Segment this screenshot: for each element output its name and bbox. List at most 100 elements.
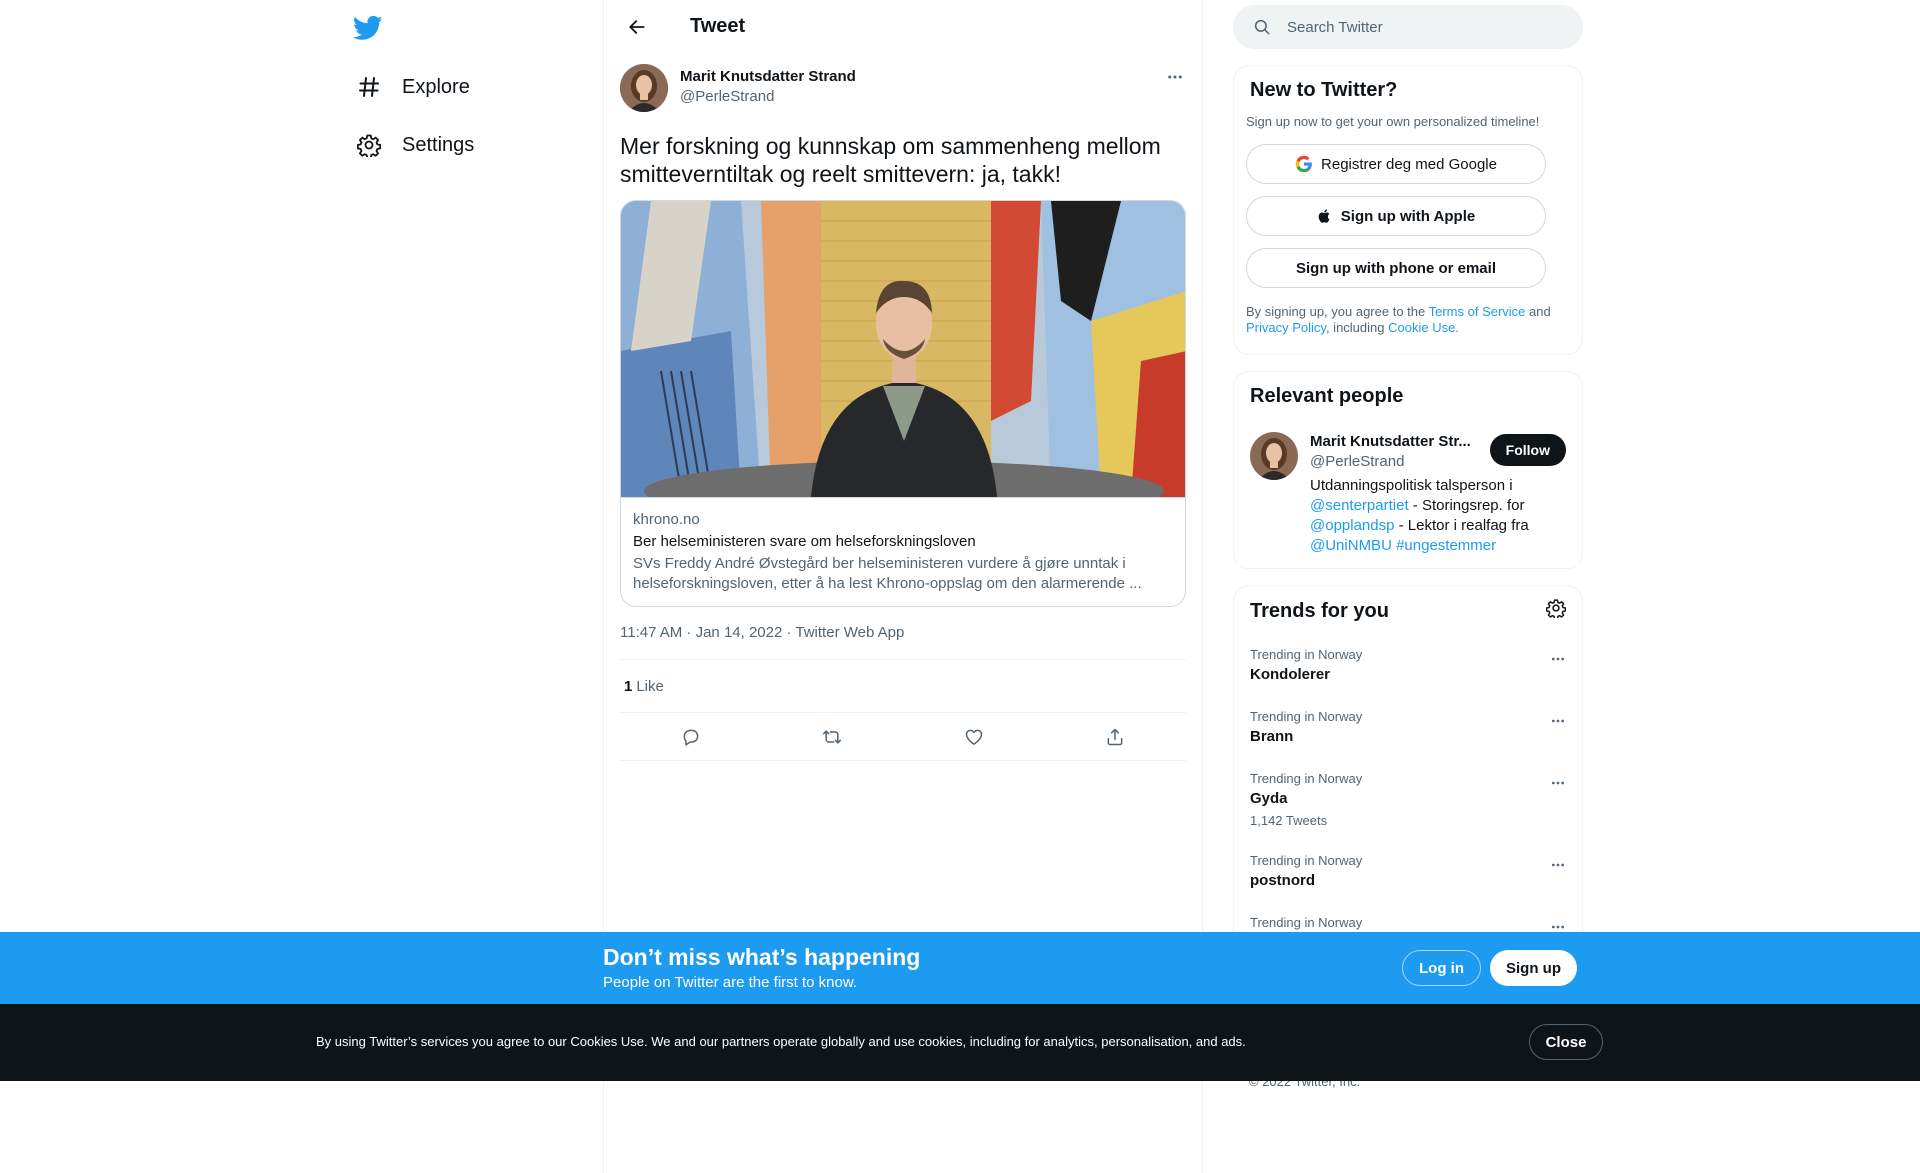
signup-panel-subtitle: Sign up now to get your own personalized… xyxy=(1246,114,1540,129)
like-button[interactable] xyxy=(957,720,991,754)
cookie-use-link[interactable]: Cookie Use. xyxy=(1388,320,1459,335)
bio-link-senterpartiet[interactable]: @senterpartiet xyxy=(1310,497,1409,514)
more-dots-icon xyxy=(1552,719,1564,723)
trend-name: Brann xyxy=(1250,728,1294,745)
trend-item[interactable]: Trending in Norway Brann xyxy=(1234,697,1582,759)
signup-banner: Don’t miss what’s happening People on Tw… xyxy=(0,932,1920,1004)
tweet-timestamp[interactable]: 11:47 AM · Jan 14, 2022 · Twitter Web Ap… xyxy=(620,623,1186,643)
trend-name: Kondolerer xyxy=(1250,666,1331,683)
heart-icon xyxy=(965,729,982,745)
bio-link-ungestemmer[interactable]: #ungestemmer xyxy=(1396,537,1496,554)
follow-button[interactable]: Follow xyxy=(1489,434,1566,466)
cookie-consent-text: By using Twitter’s services you agree to… xyxy=(316,1034,1246,1049)
nav-item-explore[interactable]: Explore xyxy=(348,62,478,112)
gear-icon xyxy=(1545,599,1567,620)
likes-label: Like xyxy=(636,677,664,695)
person-avatar[interactable] xyxy=(1250,432,1298,480)
gear-icon xyxy=(356,132,382,158)
signup-button[interactable]: Sign up xyxy=(1490,950,1577,986)
login-button[interactable]: Log in xyxy=(1402,950,1481,986)
phone-email-signup-button[interactable]: Sign up with phone or email xyxy=(1246,248,1546,288)
banner-subtitle: People on Twitter are the first to know. xyxy=(603,974,858,991)
trend-context: Trending in Norway xyxy=(1250,647,1363,662)
search-bar[interactable] xyxy=(1233,5,1583,49)
trend-more-button[interactable] xyxy=(1546,853,1570,877)
relevant-people-panel: Relevant people Marit Knutsdatter Str...… xyxy=(1233,371,1583,569)
nav-item-settings[interactable]: Settings xyxy=(348,120,482,170)
trends-settings-button[interactable] xyxy=(1545,598,1567,623)
cookie-close-button[interactable]: Close xyxy=(1529,1024,1603,1060)
privacy-link[interactable]: Privacy Policy xyxy=(1246,320,1326,335)
relevant-people-title: Relevant people xyxy=(1250,385,1404,407)
nav-label-settings: Settings xyxy=(402,133,475,156)
search-icon xyxy=(1254,19,1270,35)
more-dots-icon xyxy=(1552,863,1564,867)
search-input[interactable] xyxy=(1287,18,1547,36)
legal-prefix: By signing up, you agree to the xyxy=(1246,304,1429,319)
google-signup-label: Registrer deg med Google xyxy=(1321,155,1497,173)
cookie-consent-bar: By using Twitter’s services you agree to… xyxy=(0,1004,1920,1081)
link-card-description: SVs Freddy André Øvstegård ber helsemini… xyxy=(633,555,1142,592)
signup-panel-title: New to Twitter? xyxy=(1250,79,1398,101)
link-card[interactable]: khrono.no Ber helseministeren svare om h… xyxy=(620,200,1186,607)
trend-context: Trending in Norway xyxy=(1250,915,1363,930)
apple-signup-button[interactable]: Sign up with Apple xyxy=(1246,196,1546,236)
arrow-left-icon xyxy=(629,19,645,34)
link-card-body: khrono.no Ber helseministeren svare om h… xyxy=(621,497,1185,606)
more-dots-icon xyxy=(1552,657,1564,661)
twitter-bird-icon xyxy=(353,15,383,40)
retweet-button[interactable] xyxy=(815,720,849,754)
apple-signup-label: Sign up with Apple xyxy=(1340,207,1476,225)
tweet-header: Tweet xyxy=(604,0,1202,53)
more-dots-icon xyxy=(1552,781,1564,785)
legal-including: , including xyxy=(1325,320,1389,335)
signup-panel: New to Twitter? Sign up now to get your … xyxy=(1233,65,1583,355)
bio-link-opplandsp[interactable]: @opplandsp xyxy=(1310,517,1394,534)
trend-name: Gyda xyxy=(1250,790,1288,807)
trend-item[interactable]: Trending in Norway Gyda 1,142 Tweets xyxy=(1234,759,1582,841)
legal-and: and xyxy=(1525,304,1551,319)
tweet-author: Marit Knutsdatter Strand @PerleStrand xyxy=(620,64,1186,116)
author-name[interactable]: Marit Knutsdatter Strand xyxy=(680,67,1158,87)
trend-tweet-count: 1,142 Tweets xyxy=(1250,813,1328,828)
author-handle[interactable]: @PerleStrand xyxy=(680,87,1158,107)
trend-more-button[interactable] xyxy=(1546,709,1570,733)
banner-title: Don’t miss what’s happening xyxy=(603,944,921,970)
author-avatar[interactable] xyxy=(620,64,668,112)
trend-more-button[interactable] xyxy=(1546,771,1570,795)
hashtag-icon xyxy=(356,74,382,100)
trend-name: postnord xyxy=(1250,872,1315,889)
retweet-icon xyxy=(823,729,842,744)
trend-item[interactable]: Trending in Norway Kondolerer xyxy=(1234,635,1582,697)
terms-link[interactable]: Terms of Service xyxy=(1429,304,1526,319)
share-button[interactable] xyxy=(1098,720,1132,754)
apple-icon xyxy=(1317,207,1333,225)
nav-label-explore: Explore xyxy=(402,75,470,98)
trend-item[interactable]: Trending in Norway postnord xyxy=(1234,841,1582,903)
tweet-meta: 11:47 AM · Jan 14, 2022 · Twitter Web Ap… xyxy=(620,623,1186,660)
twitter-logo[interactable] xyxy=(348,8,388,48)
back-button[interactable] xyxy=(620,10,654,44)
bio-link-uninmbu[interactable]: @UniNMBU xyxy=(1310,537,1392,554)
likes-summary[interactable]: 1 Like xyxy=(620,660,1186,713)
reply-button[interactable] xyxy=(674,720,708,754)
tweet-more-button[interactable] xyxy=(1158,60,1192,94)
link-card-image xyxy=(621,201,1185,497)
more-dots-icon xyxy=(1168,75,1182,79)
phone-email-signup-label: Sign up with phone or email xyxy=(1295,259,1496,277)
trend-context: Trending in Norway xyxy=(1250,771,1363,786)
person-name[interactable]: Marit Knutsdatter Str... xyxy=(1310,432,1480,452)
google-signup-button[interactable]: Registrer deg med Google xyxy=(1246,144,1546,184)
signup-legal-text: By signing up, you agree to the Terms of… xyxy=(1234,304,1582,336)
tweet-text: Mer forskning og kunnskap om sammenheng … xyxy=(620,133,1161,187)
bio-text-3: - Lektor i realfag fra xyxy=(1394,517,1529,534)
likes-count: 1 xyxy=(624,677,633,695)
share-icon xyxy=(1107,728,1123,745)
trends-title: Trends for you xyxy=(1250,599,1389,622)
page-title: Tweet xyxy=(690,15,746,37)
link-card-domain: khrono.no xyxy=(633,511,700,528)
trend-more-button[interactable] xyxy=(1546,647,1570,671)
person-bio: Utdanningspolitisk talsperson i @senterp… xyxy=(1310,476,1566,556)
tweet: Marit Knutsdatter Strand @PerleStrand Me… xyxy=(604,64,1202,761)
bio-text-2: - Storingsrep. for xyxy=(1408,497,1525,514)
